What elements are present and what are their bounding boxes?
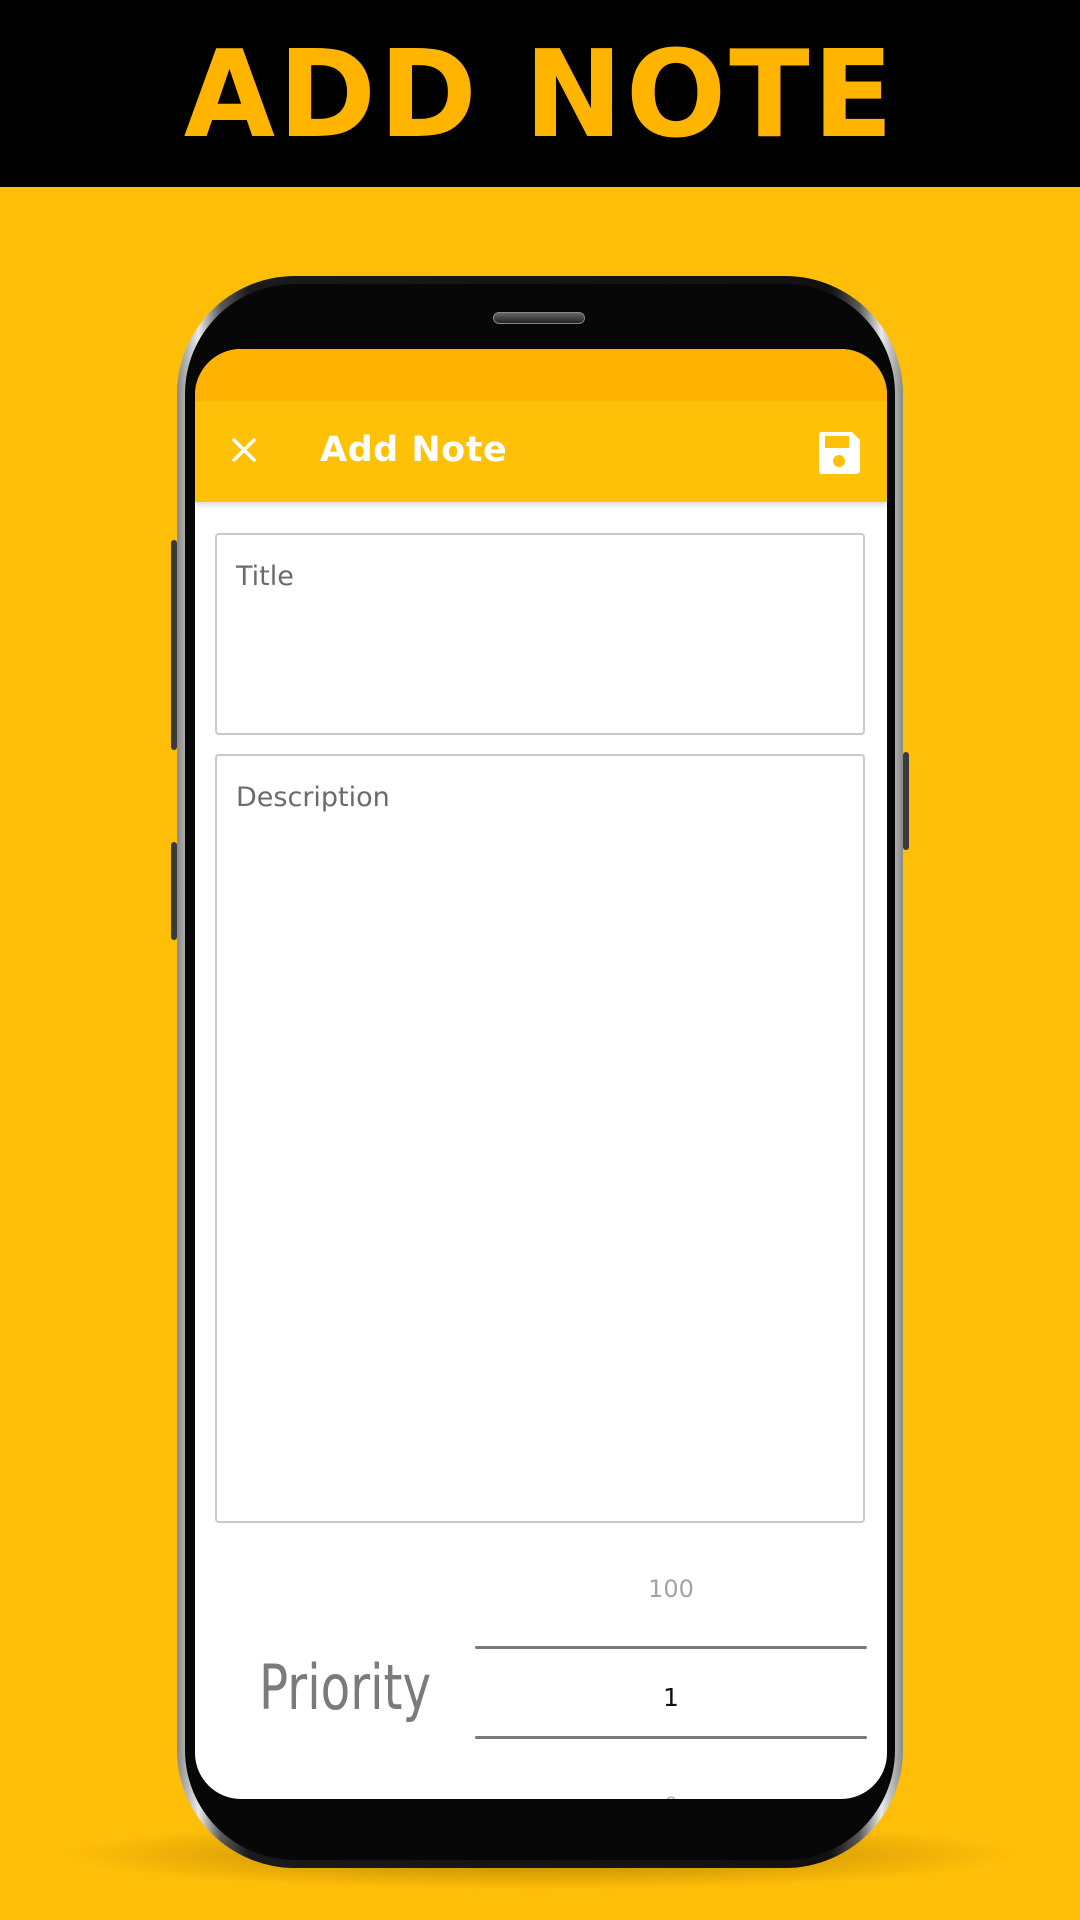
picker-value-below[interactable]: 0 (475, 1794, 867, 1799)
phone-button-left-1 (171, 540, 177, 750)
promo-banner: ADD NOTE (0, 0, 1080, 187)
close-icon[interactable] (223, 429, 265, 471)
picker-divider-top (475, 1646, 867, 1649)
app-screen: Add Note Title Description Priority 100 … (195, 349, 887, 1799)
priority-number-picker[interactable]: 100 1 0 (475, 1554, 867, 1799)
phone-speaker (493, 312, 585, 324)
picker-value-above[interactable]: 100 (475, 1575, 867, 1603)
priority-label: Priority (259, 1651, 432, 1724)
banner-title: ADD NOTE (183, 23, 897, 164)
title-input[interactable]: Title (215, 533, 865, 735)
save-icon[interactable] (815, 429, 863, 477)
phone-button-left-2 (171, 842, 177, 940)
title-placeholder: Title (236, 561, 294, 592)
picker-divider-bottom (475, 1736, 867, 1739)
toolbar-title: Add Note (320, 430, 508, 470)
description-placeholder: Description (236, 782, 390, 813)
phone-button-right (903, 752, 909, 850)
description-input[interactable]: Description (215, 754, 865, 1523)
toolbar: Add Note (195, 401, 887, 502)
picker-selected-value[interactable]: 1 (475, 1683, 867, 1712)
status-bar (195, 349, 887, 401)
